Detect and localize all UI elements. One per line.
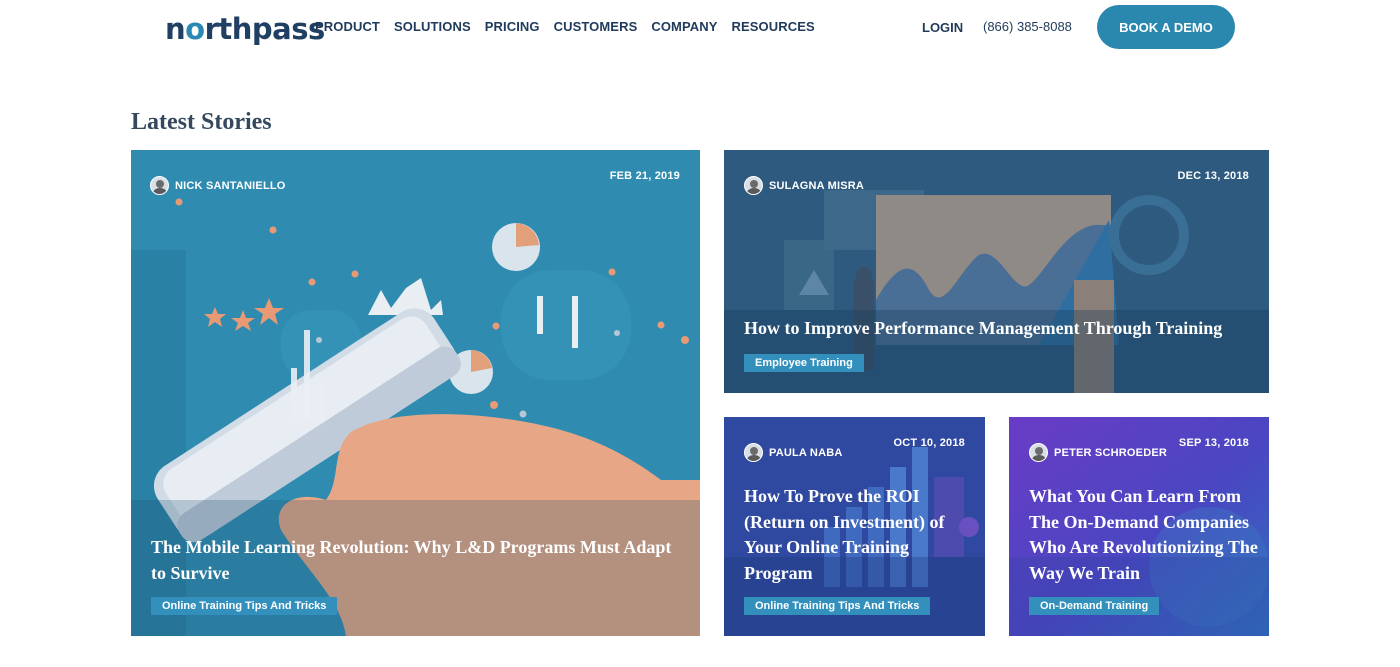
- story-card[interactable]: SULAGNA MISRA DEC 13, 2018 How to Improv…: [724, 150, 1269, 393]
- section-title: Latest Stories: [131, 109, 272, 135]
- nav-company[interactable]: COMPANY: [651, 19, 717, 34]
- book-demo-button[interactable]: BOOK A DEMO: [1097, 5, 1235, 49]
- northpass-logo[interactable]: northpass: [165, 12, 325, 46]
- nav-resources[interactable]: RESOURCES: [732, 19, 815, 34]
- main-menu: PRODUCT SOLUTIONS PRICING CUSTOMERS COMP…: [315, 19, 829, 34]
- story-author: NICK SANTANIELLO: [150, 176, 286, 195]
- story-card[interactable]: PETER SCHROEDER SEP 13, 2018 What You Ca…: [1009, 417, 1269, 636]
- story-date: OCT 10, 2018: [893, 437, 965, 449]
- story-date: FEB 21, 2019: [609, 170, 680, 182]
- story-title[interactable]: The Mobile Learning Revolution: Why L&D …: [151, 535, 681, 586]
- author-name: NICK SANTANIELLO: [175, 179, 286, 192]
- story-author: PAULA NABA: [744, 443, 843, 462]
- author-avatar: [1029, 443, 1048, 462]
- nav-pricing[interactable]: PRICING: [485, 19, 540, 34]
- story-author: PETER SCHROEDER: [1029, 443, 1167, 462]
- story-title[interactable]: How To Prove the ROI (Return on Investme…: [744, 484, 974, 586]
- phone-number[interactable]: (866) 385-8088: [983, 19, 1072, 34]
- author-avatar: [744, 443, 763, 462]
- author-avatar: [150, 176, 169, 195]
- story-title[interactable]: What You Can Learn From The On-Demand Co…: [1029, 484, 1259, 586]
- story-tag[interactable]: Online Training Tips And Tricks: [151, 597, 338, 615]
- author-name: SULAGNA MISRA: [769, 179, 865, 192]
- story-tag[interactable]: Employee Training: [744, 354, 864, 372]
- story-date: DEC 13, 2018: [1177, 170, 1249, 182]
- author-avatar: [744, 176, 763, 195]
- nav-product[interactable]: PRODUCT: [315, 19, 380, 34]
- story-author: SULAGNA MISRA: [744, 176, 864, 195]
- story-tag[interactable]: Online Training Tips And Tricks: [744, 597, 931, 615]
- story-title[interactable]: How to Improve Performance Management Th…: [744, 316, 1254, 342]
- nav-solutions[interactable]: SOLUTIONS: [394, 19, 471, 34]
- nav-customers[interactable]: CUSTOMERS: [554, 19, 638, 34]
- story-card[interactable]: PAULA NABA OCT 10, 2018 How To Prove the…: [724, 417, 985, 636]
- story-date: SEP 13, 2018: [1178, 437, 1249, 449]
- author-name: PETER SCHROEDER: [1054, 446, 1168, 459]
- login-link[interactable]: LOGIN: [922, 20, 963, 35]
- story-card-featured[interactable]: NICK SANTANIELLO FEB 21, 2019 The Mobile…: [131, 150, 700, 636]
- author-name: PAULA NABA: [769, 446, 843, 459]
- top-nav: northpass PRODUCT SOLUTIONS PRICING CUST…: [0, 0, 1400, 56]
- story-tag[interactable]: On-Demand Training: [1029, 597, 1160, 615]
